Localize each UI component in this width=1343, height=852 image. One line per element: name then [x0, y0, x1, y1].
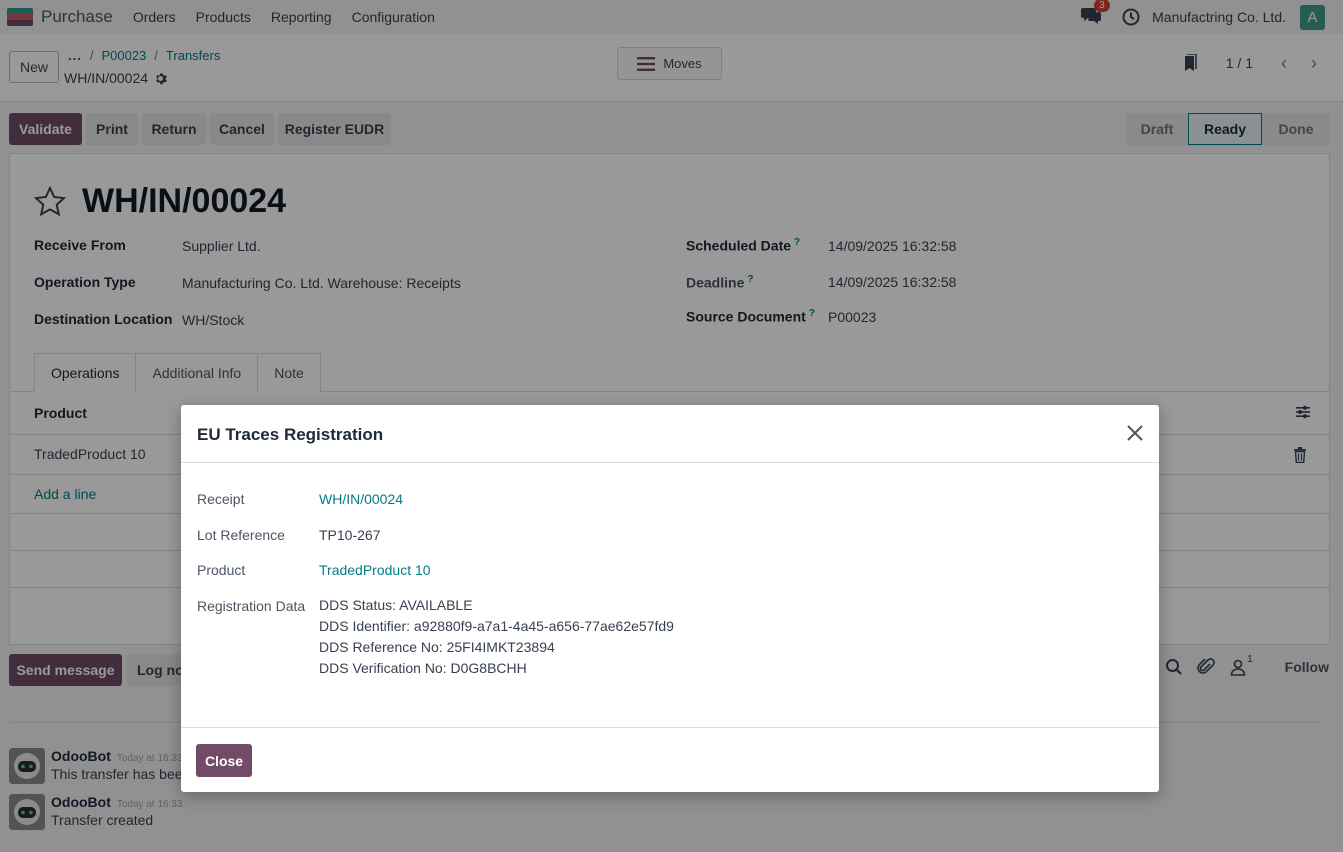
- dds-identifier: DDS Identifier: a92880f9-a7a1-4a45-a656-…: [319, 618, 674, 634]
- dds-reference: DDS Reference No: 25FI4IMKT23894: [319, 639, 555, 655]
- dialog-title: EU Traces Registration: [197, 425, 384, 444]
- receipt-label: Receipt: [197, 491, 245, 507]
- lot-reference-value: TP10-267: [319, 527, 381, 543]
- registration-data-value: DDS Status: AVAILABLE DDS Identifier: a9…: [319, 595, 674, 679]
- product-link[interactable]: TradedProduct 10: [319, 562, 431, 578]
- dialog-header: EU Traces Registration: [181, 405, 1159, 463]
- product-label: Product: [197, 562, 246, 578]
- lot-reference-label: Lot Reference: [197, 527, 285, 543]
- registration-data-label: Registration Data: [197, 598, 306, 614]
- dds-verification: DDS Verification No: D0G8BCHH: [319, 660, 527, 676]
- eu-traces-dialog: EU Traces Registration Receipt WH/IN/000…: [181, 405, 1159, 792]
- dialog-footer: Close: [181, 727, 1159, 792]
- close-button[interactable]: Close: [196, 744, 252, 777]
- dds-status: DDS Status: AVAILABLE: [319, 597, 473, 613]
- receipt-link[interactable]: WH/IN/00024: [319, 491, 403, 507]
- close-icon[interactable]: [1125, 423, 1145, 443]
